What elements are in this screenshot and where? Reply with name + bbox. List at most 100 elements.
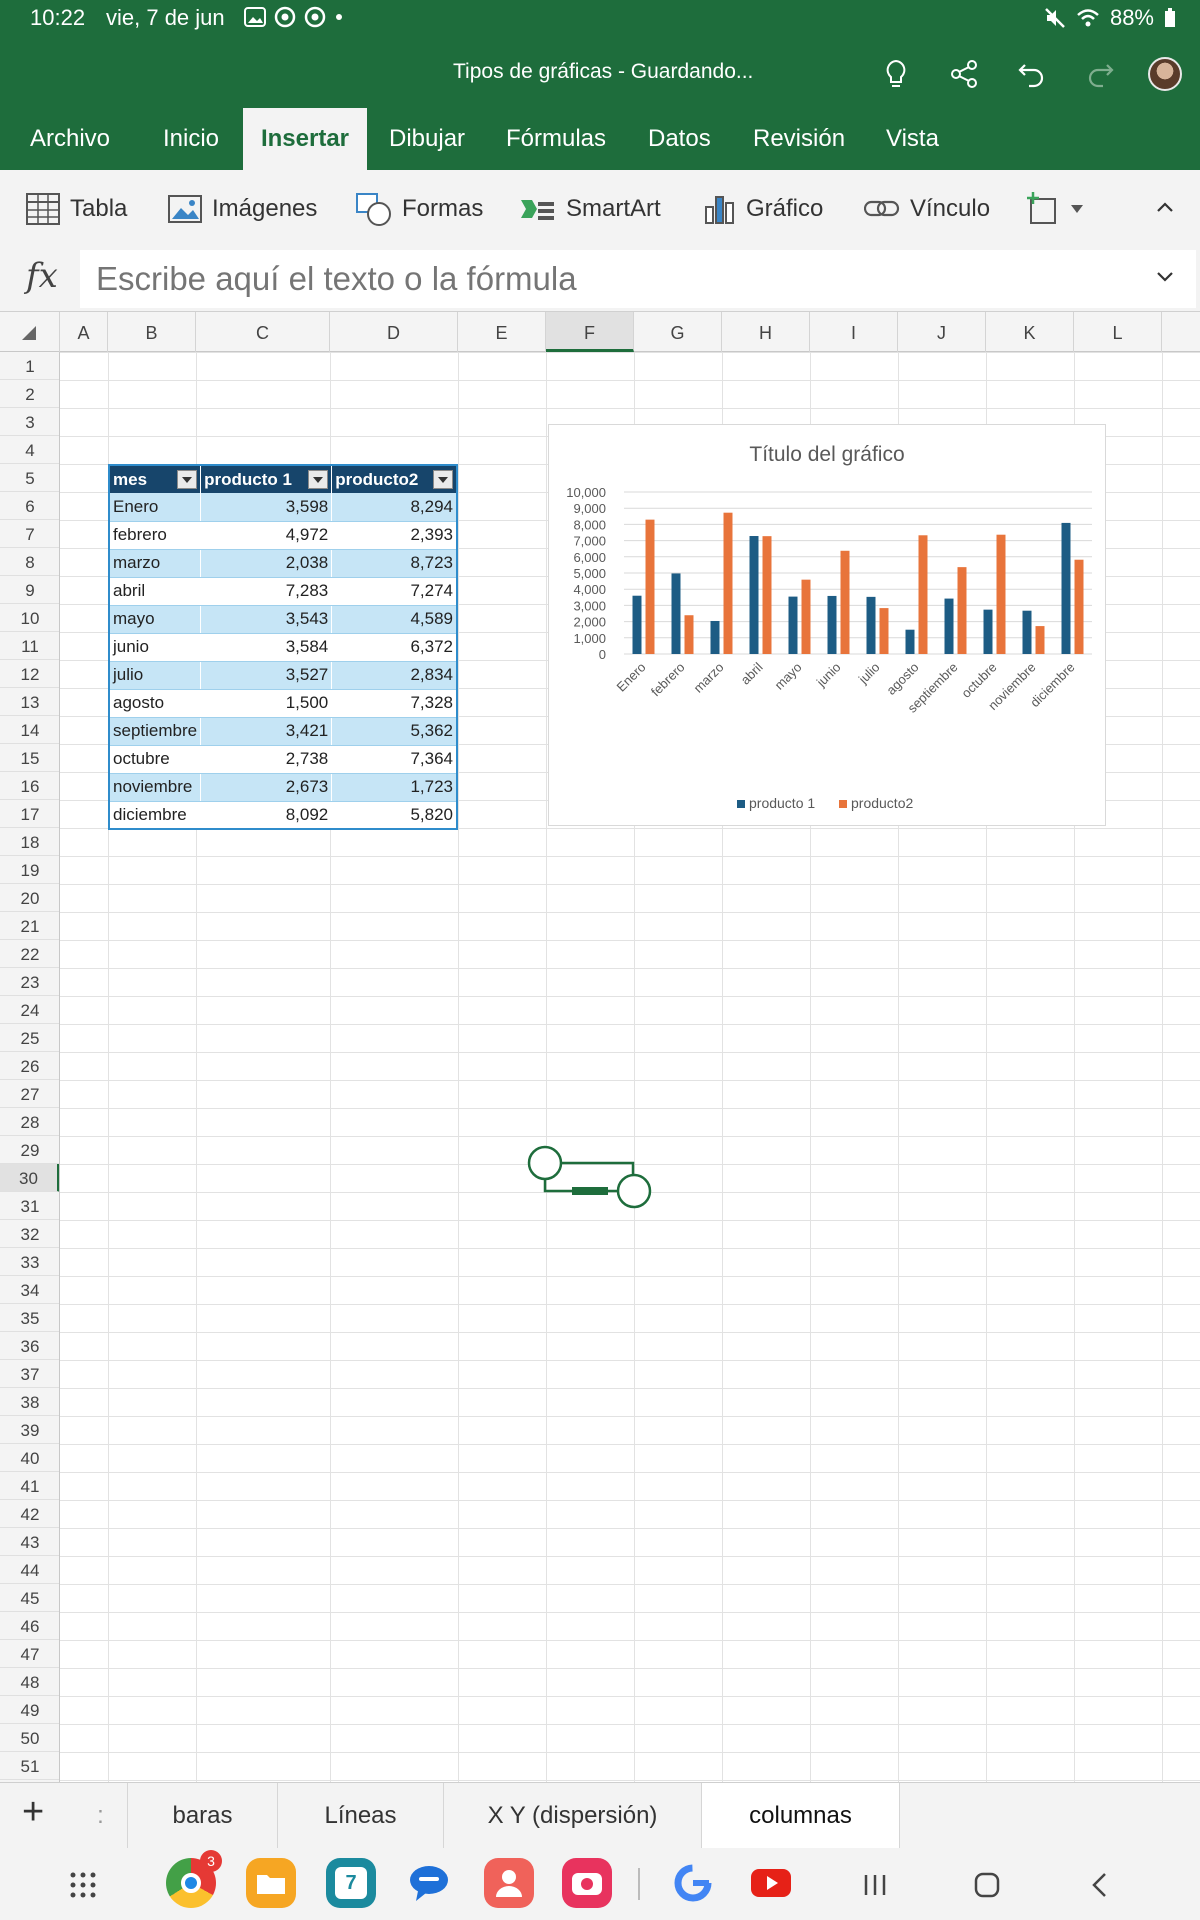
- calendar-app-icon[interactable]: 7: [326, 1858, 376, 1908]
- table-cell[interactable]: 8,723: [331, 549, 458, 578]
- header-mes[interactable]: mes: [109, 465, 202, 493]
- tab-vista[interactable]: Vista: [886, 108, 939, 170]
- row-header[interactable]: 17: [0, 800, 59, 828]
- table-cell[interactable]: 1,500: [200, 689, 333, 718]
- row-header[interactable]: 29: [0, 1136, 59, 1164]
- table-cell[interactable]: 5,362: [331, 717, 458, 746]
- row-header[interactable]: 8: [0, 548, 59, 576]
- table-cell[interactable]: 4,589: [331, 605, 458, 634]
- tab-inicio[interactable]: Inicio: [163, 108, 219, 170]
- insert-chart-button[interactable]: Gráfico: [704, 192, 823, 226]
- row-header[interactable]: 47: [0, 1640, 59, 1668]
- column-header-a[interactable]: A: [60, 312, 108, 352]
- table-cell[interactable]: 8,294: [331, 493, 458, 522]
- row-header[interactable]: 30: [0, 1164, 59, 1192]
- row-header[interactable]: 26: [0, 1052, 59, 1080]
- sheet-tab-barras[interactable]: baras: [128, 1783, 278, 1849]
- table-cell[interactable]: marzo: [109, 549, 202, 578]
- row-header[interactable]: 11: [0, 632, 59, 660]
- row-header[interactable]: 4: [0, 436, 59, 464]
- chrome-app-icon[interactable]: 3: [166, 1850, 222, 1908]
- insert-link-button[interactable]: Vínculo: [864, 192, 990, 226]
- filter-dropdown-icon[interactable]: [308, 470, 329, 489]
- row-header[interactable]: 7: [0, 520, 59, 548]
- row-header[interactable]: 13: [0, 688, 59, 716]
- row-header[interactable]: 1: [0, 352, 59, 380]
- insert-pictures-button[interactable]: Imágenes: [168, 192, 317, 226]
- table-cell[interactable]: junio: [109, 633, 202, 662]
- table-cell[interactable]: 2,834: [331, 661, 458, 690]
- row-header[interactable]: 24: [0, 996, 59, 1024]
- undo-button[interactable]: [1012, 54, 1052, 94]
- messages-app-icon[interactable]: [404, 1858, 454, 1908]
- table-cell[interactable]: 3,543: [200, 605, 333, 634]
- selection-handle-start[interactable]: [527, 1145, 563, 1181]
- row-header[interactable]: 38: [0, 1388, 59, 1416]
- table-cell[interactable]: 3,598: [200, 493, 333, 522]
- add-sheet-button[interactable]: +: [22, 1791, 44, 1834]
- row-header[interactable]: 32: [0, 1220, 59, 1248]
- column-chart[interactable]: Título del gráfico 0 1,000 2,000 3,000 4,000 5…: [548, 424, 1106, 826]
- contacts-app-icon[interactable]: [484, 1858, 534, 1908]
- table-cell[interactable]: diciembre: [109, 801, 202, 830]
- row-header[interactable]: 37: [0, 1360, 59, 1388]
- header-producto-1[interactable]: producto 1: [200, 465, 333, 493]
- files-app-icon[interactable]: [246, 1858, 296, 1908]
- table-cell[interactable]: febrero: [109, 521, 202, 550]
- row-header[interactable]: 33: [0, 1248, 59, 1276]
- row-header[interactable]: 3: [0, 408, 59, 436]
- table-cell[interactable]: 7,328: [331, 689, 458, 718]
- share-button[interactable]: [944, 54, 984, 94]
- row-header[interactable]: 39: [0, 1416, 59, 1444]
- table-cell[interactable]: 7,364: [331, 745, 458, 774]
- table-cell[interactable]: 6,372: [331, 633, 458, 662]
- column-header-k[interactable]: K: [986, 312, 1074, 352]
- sheet-tab-hidden[interactable]: :: [74, 1783, 128, 1849]
- row-header[interactable]: 50: [0, 1724, 59, 1752]
- table-cell[interactable]: 8,092: [200, 801, 333, 830]
- row-header[interactable]: 46: [0, 1612, 59, 1640]
- back-icon[interactable]: [1090, 1872, 1108, 1898]
- column-header-b[interactable]: B: [108, 312, 196, 352]
- recent-apps-icon[interactable]: [862, 1872, 888, 1898]
- sheet-tab-xy-dispersion[interactable]: X Y (dispersión): [444, 1783, 702, 1849]
- row-header[interactable]: 9: [0, 576, 59, 604]
- filter-dropdown-icon[interactable]: [177, 470, 198, 489]
- row-header[interactable]: 21: [0, 912, 59, 940]
- table-cell[interactable]: noviembre: [109, 773, 202, 802]
- select-all-corner[interactable]: [0, 312, 60, 352]
- google-app-icon[interactable]: [668, 1858, 718, 1908]
- table-cell[interactable]: 3,421: [200, 717, 333, 746]
- row-header[interactable]: 45: [0, 1584, 59, 1612]
- row-header[interactable]: 35: [0, 1304, 59, 1332]
- row-header[interactable]: 31: [0, 1192, 59, 1220]
- row-header[interactable]: 25: [0, 1024, 59, 1052]
- data-table[interactable]: mes producto 1 producto2 Enero 3,598 8,294…: [108, 464, 458, 830]
- table-cell[interactable]: 2,738: [200, 745, 333, 774]
- row-header[interactable]: 20: [0, 884, 59, 912]
- tab-archivo[interactable]: Archivo: [30, 108, 110, 170]
- tab-revision[interactable]: Revisión: [753, 108, 845, 170]
- column-header-l[interactable]: L: [1074, 312, 1162, 352]
- user-avatar[interactable]: [1148, 57, 1182, 91]
- table-cell[interactable]: 7,274: [331, 577, 458, 606]
- app-drawer-icon[interactable]: [70, 1872, 96, 1898]
- more-insert-options-button[interactable]: [1026, 192, 1084, 226]
- home-icon[interactable]: [974, 1872, 1000, 1898]
- table-cell[interactable]: agosto: [109, 689, 202, 718]
- row-header[interactable]: 41: [0, 1472, 59, 1500]
- row-header[interactable]: 18: [0, 828, 59, 856]
- column-header-d[interactable]: D: [330, 312, 458, 352]
- row-header[interactable]: 2: [0, 380, 59, 408]
- table-cell[interactable]: 2,038: [200, 549, 333, 578]
- row-header[interactable]: 12: [0, 660, 59, 688]
- sheet-tab-lineas[interactable]: Líneas: [278, 1783, 444, 1849]
- youtube-app-icon[interactable]: [746, 1858, 796, 1908]
- column-header-i[interactable]: I: [810, 312, 898, 352]
- table-cell[interactable]: 7,283: [200, 577, 333, 606]
- row-header[interactable]: 49: [0, 1696, 59, 1724]
- row-header[interactable]: 19: [0, 856, 59, 884]
- column-header-f[interactable]: F: [546, 312, 634, 352]
- sheet-tab-columnas[interactable]: columnas: [702, 1783, 900, 1849]
- row-header[interactable]: 34: [0, 1276, 59, 1304]
